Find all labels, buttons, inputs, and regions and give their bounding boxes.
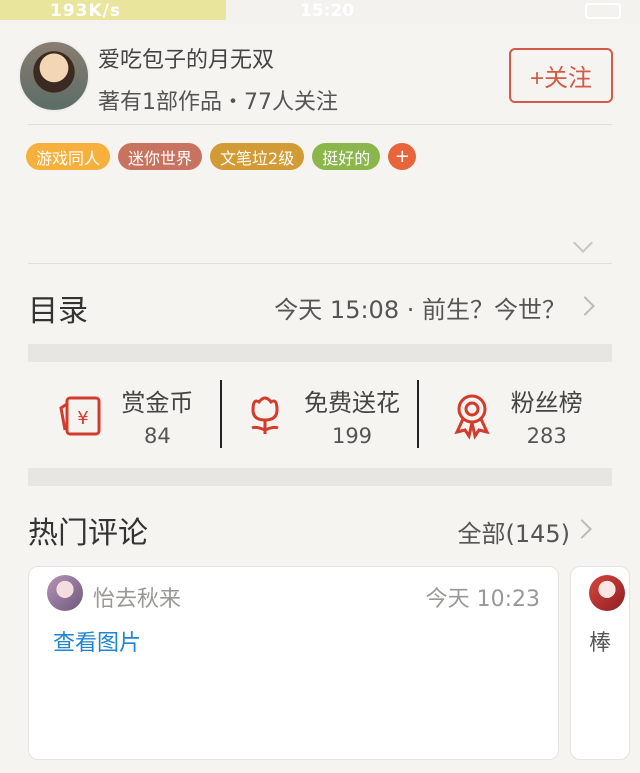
- commenter-avatar[interactable]: [47, 575, 83, 611]
- stat-label: 粉丝榜: [510, 388, 583, 417]
- toc-title: 目录: [28, 294, 88, 329]
- author-avatar[interactable]: [18, 40, 90, 112]
- divider: [28, 263, 612, 264]
- hot-comments-header: 热门评论 全部(145): [0, 492, 640, 562]
- section-separator: [28, 468, 612, 486]
- chevron-down-icon[interactable]: [573, 233, 593, 253]
- follow-button[interactable]: +关注: [509, 48, 613, 103]
- hot-comments-title: 热门评论: [28, 516, 148, 551]
- stat-value: 199: [331, 423, 373, 448]
- chevron-right-icon[interactable]: [572, 519, 592, 539]
- toc-latest-time: 今天 15:08: [274, 296, 400, 324]
- battery-icon: [585, 3, 621, 19]
- tag-item[interactable]: 文笔垃2级: [210, 143, 305, 170]
- stat-label: 免费送花: [304, 388, 400, 417]
- reward-coins-button[interactable]: ¥ 赏金币 84: [28, 362, 223, 468]
- toc-latest-chapter: 今天 15:08 · 前生？今世？: [274, 290, 566, 325]
- view-image-link[interactable]: 查看图片: [53, 625, 141, 657]
- chevron-right-icon: [575, 296, 595, 316]
- divider: [28, 124, 612, 125]
- fan-ranking-button[interactable]: 粉丝榜 283: [417, 362, 612, 468]
- comment-text: 棒: [589, 631, 612, 656]
- add-tag-button[interactable]: +: [388, 143, 417, 170]
- commenter-avatar[interactable]: [589, 575, 625, 611]
- send-flower-button[interactable]: 免费送花 199: [223, 362, 418, 468]
- svg-text:¥: ¥: [78, 408, 89, 429]
- stat-divider: [220, 380, 222, 448]
- commenter-name[interactable]: 怡去秋来: [93, 581, 181, 613]
- flower-icon: [251, 396, 279, 434]
- author-meta: 著有1部作品・77人关注: [98, 90, 338, 115]
- tag-item[interactable]: 迷你世界: [118, 143, 203, 170]
- section-separator: [28, 344, 612, 362]
- status-bar: 193K/s 15:20: [0, 0, 640, 24]
- comment-time: 今天 10:23: [425, 587, 540, 612]
- dot-separator: ·: [406, 296, 422, 324]
- all-comments-link[interactable]: 全部(145): [457, 514, 570, 549]
- red-envelope-icon: ¥: [59, 396, 101, 436]
- medal-icon: [453, 394, 490, 440]
- tag-item[interactable]: 游戏同人: [26, 143, 111, 170]
- status-time: 15:20: [300, 1, 355, 21]
- tag-item[interactable]: 挺好的: [312, 143, 381, 170]
- comment-card[interactable]: 怡去秋来 今天 10:23 查看图片: [28, 566, 559, 760]
- stat-divider: [417, 380, 419, 448]
- stat-label: 赏金币: [121, 388, 194, 417]
- author-name[interactable]: 爱吃包子的月无双: [98, 42, 274, 74]
- network-speed: 193K/s: [50, 1, 121, 21]
- toc-latest-title: 前生？今世？: [422, 296, 566, 324]
- author-header: 爱吃包子的月无双 著有1部作品・77人关注 +关注: [0, 36, 640, 120]
- tag-list: 游戏同人 迷你世界 文笔垃2级 挺好的 +: [26, 143, 417, 170]
- comment-card[interactable]: 棒: [570, 566, 630, 760]
- stats-row: ¥ 赏金币 84 免费送花 199 粉丝榜 283: [28, 362, 612, 468]
- stat-value: 84: [143, 423, 171, 448]
- table-of-contents-row[interactable]: 目录 今天 15:08 · 前生？今世？: [0, 266, 640, 344]
- stat-value: 283: [526, 423, 567, 448]
